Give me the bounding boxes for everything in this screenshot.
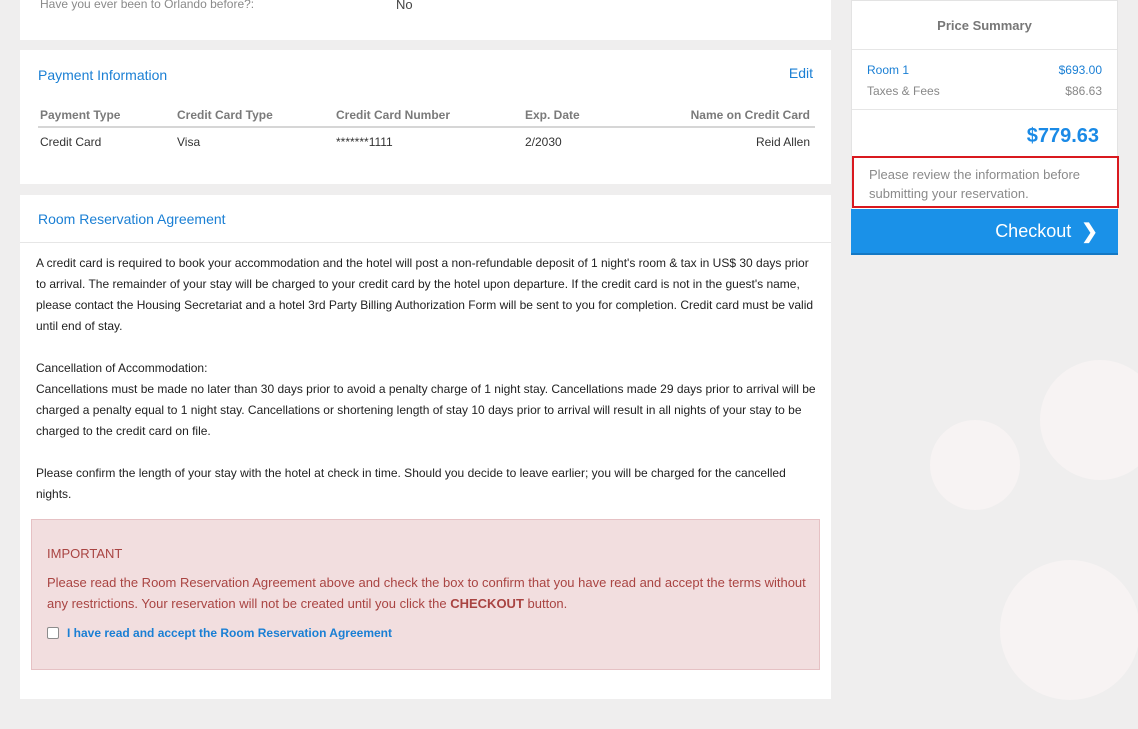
cell-payment-type: Credit Card <box>40 135 102 149</box>
table-row: Credit Card Visa *******1111 2/2030 Reid… <box>38 128 815 154</box>
review-notice: Please review the information before sub… <box>852 156 1119 208</box>
important-body: Please read the Room Reservation Agreeme… <box>47 575 806 611</box>
room-price: $693.00 <box>1058 63 1102 77</box>
question-label: Have you ever been to Orlando before?: <box>40 0 255 11</box>
background-decoration <box>1040 360 1138 480</box>
background-decoration <box>1000 560 1138 700</box>
header-payment-type: Payment Type <box>40 108 121 122</box>
payment-information-card: Payment Information Edit Payment Type Cr… <box>20 50 831 184</box>
important-title: IMPORTANT <box>47 546 123 561</box>
cell-exp-date: 2/2030 <box>525 135 562 149</box>
header-name-on-card: Name on Credit Card <box>690 108 810 122</box>
agreement-checkbox[interactable] <box>47 627 59 639</box>
checkout-button[interactable]: Checkout ❯ <box>851 209 1118 255</box>
important-suffix: button. <box>527 596 568 611</box>
agreement-checkbox-label[interactable]: I have read and accept the Room Reservat… <box>67 626 392 640</box>
taxes-label: Taxes & Fees <box>867 84 940 98</box>
edit-payment-link[interactable]: Edit <box>789 65 813 81</box>
chevron-right-icon: ❯ <box>1081 220 1098 243</box>
checkout-emphasis: CHECKOUT <box>450 596 524 611</box>
taxes-price: $86.63 <box>1065 84 1102 98</box>
agreement-paragraph-deposit: A credit card is required to book your a… <box>36 256 814 333</box>
payment-table: Payment Type Credit Card Type Credit Car… <box>38 102 815 154</box>
divider <box>852 49 1117 50</box>
background-decoration <box>930 420 1020 510</box>
agreement-paragraph-confirm: Please confirm the length of your stay w… <box>36 466 786 501</box>
cell-credit-card-number: *******1111 <box>336 135 393 149</box>
room-label[interactable]: Room 1 <box>867 63 909 77</box>
payment-table-header: Payment Type Credit Card Type Credit Car… <box>38 102 815 128</box>
agreement-paragraph-cancellation: Cancellations must be made no later than… <box>36 382 816 438</box>
agreement-title: Room Reservation Agreement <box>38 211 226 227</box>
previous-section-card: Have you ever been to Orlando before?: N… <box>20 0 831 40</box>
header-exp-date: Exp. Date <box>525 108 580 122</box>
cell-name-on-card: Reid Allen <box>755 135 810 149</box>
cancellation-heading: Cancellation of Accommodation: <box>36 361 208 375</box>
important-text: Please read the Room Reservation Agreeme… <box>47 572 807 614</box>
divider <box>20 242 831 243</box>
header-credit-card-type: Credit Card Type <box>177 108 273 122</box>
price-summary-title: Price Summary <box>937 18 1032 33</box>
important-notice-box: IMPORTANT Please read the Room Reservati… <box>31 519 820 670</box>
total-price: $779.63 <box>1026 125 1099 147</box>
payment-information-title: Payment Information <box>38 67 168 83</box>
divider <box>852 109 1117 110</box>
agreement-body: A credit card is required to book your a… <box>36 253 816 526</box>
checkout-label: Checkout <box>995 220 1072 241</box>
cell-credit-card-type: Visa <box>177 135 201 149</box>
question-answer: No <box>396 0 413 12</box>
header-credit-card-number: Credit Card Number <box>336 108 451 122</box>
agreement-checkbox-row[interactable]: I have read and accept the Room Reservat… <box>47 626 392 640</box>
room-reservation-agreement-card: Room Reservation Agreement A credit card… <box>20 195 831 699</box>
